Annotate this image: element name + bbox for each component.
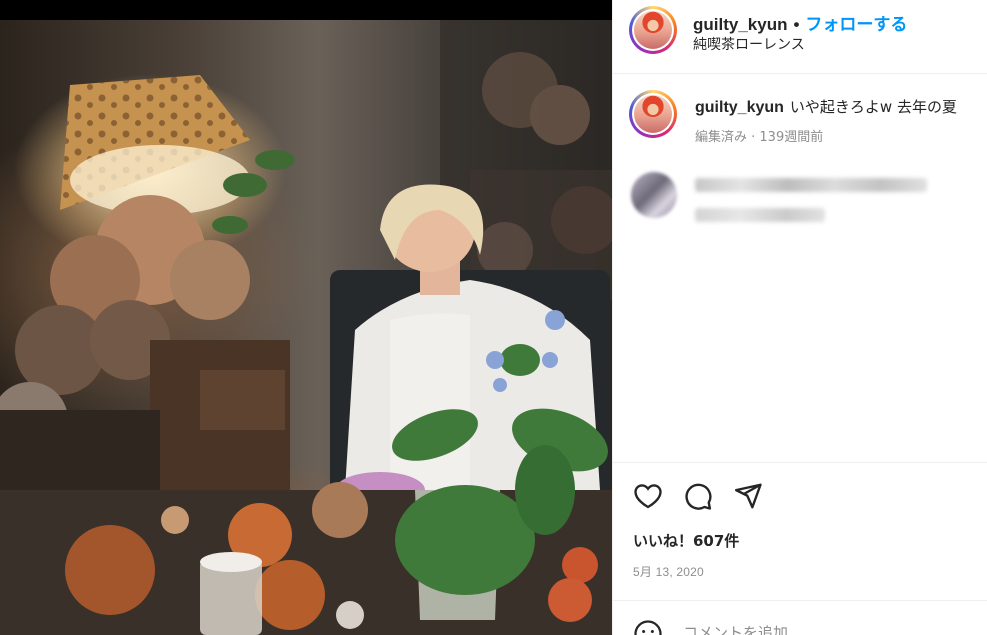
paper-plane-icon[interactable] <box>733 481 763 511</box>
blurred-text-line <box>695 208 825 222</box>
blurred-comment <box>631 168 961 238</box>
post-details-panel: guilty_kyun • フォローする 純喫茶ローレンス guilty_kyun い… <box>612 0 987 635</box>
caption-username-link[interactable]: guilty_kyun <box>695 99 784 116</box>
post-date: 5月 13, 2020 <box>633 565 704 579</box>
smiley-icon[interactable] <box>633 619 663 635</box>
separator-dot: • <box>793 15 800 34</box>
blurred-avatar <box>631 172 677 218</box>
heart-icon[interactable] <box>633 481 663 511</box>
caption-text: guilty_kyun いや起きろよw 去年の夏 <box>695 96 987 117</box>
post-photo[interactable] <box>0 0 612 635</box>
caption-meta: 編集済み · 139週間前 <box>695 130 824 145</box>
author-username-link[interactable]: guilty_kyun <box>693 15 787 34</box>
add-comment-bar <box>613 600 987 635</box>
caption-body: いや起きろよw 去年の夏 <box>789 98 957 116</box>
follow-button[interactable]: フォローする <box>805 15 907 34</box>
author-avatar[interactable] <box>629 6 677 54</box>
blurred-text-line <box>695 178 927 192</box>
post-header: guilty_kyun • フォローする 純喫茶ローレンス <box>613 0 987 74</box>
post-image[interactable] <box>0 20 612 635</box>
like-count-link[interactable]: いいね！607件 <box>633 530 739 551</box>
action-bar <box>613 462 987 522</box>
photo-illustration <box>0 20 612 635</box>
comment-input[interactable] <box>683 621 963 635</box>
caption-comment: guilty_kyun いや起きろよw 去年の夏 編集済み · 139週間前 <box>613 88 987 148</box>
caption-avatar[interactable] <box>629 90 677 138</box>
location-link[interactable]: 純喫茶ローレンス <box>693 34 805 54</box>
speech-bubble-icon[interactable] <box>683 481 713 511</box>
author-line: guilty_kyun • フォローする <box>693 10 907 35</box>
